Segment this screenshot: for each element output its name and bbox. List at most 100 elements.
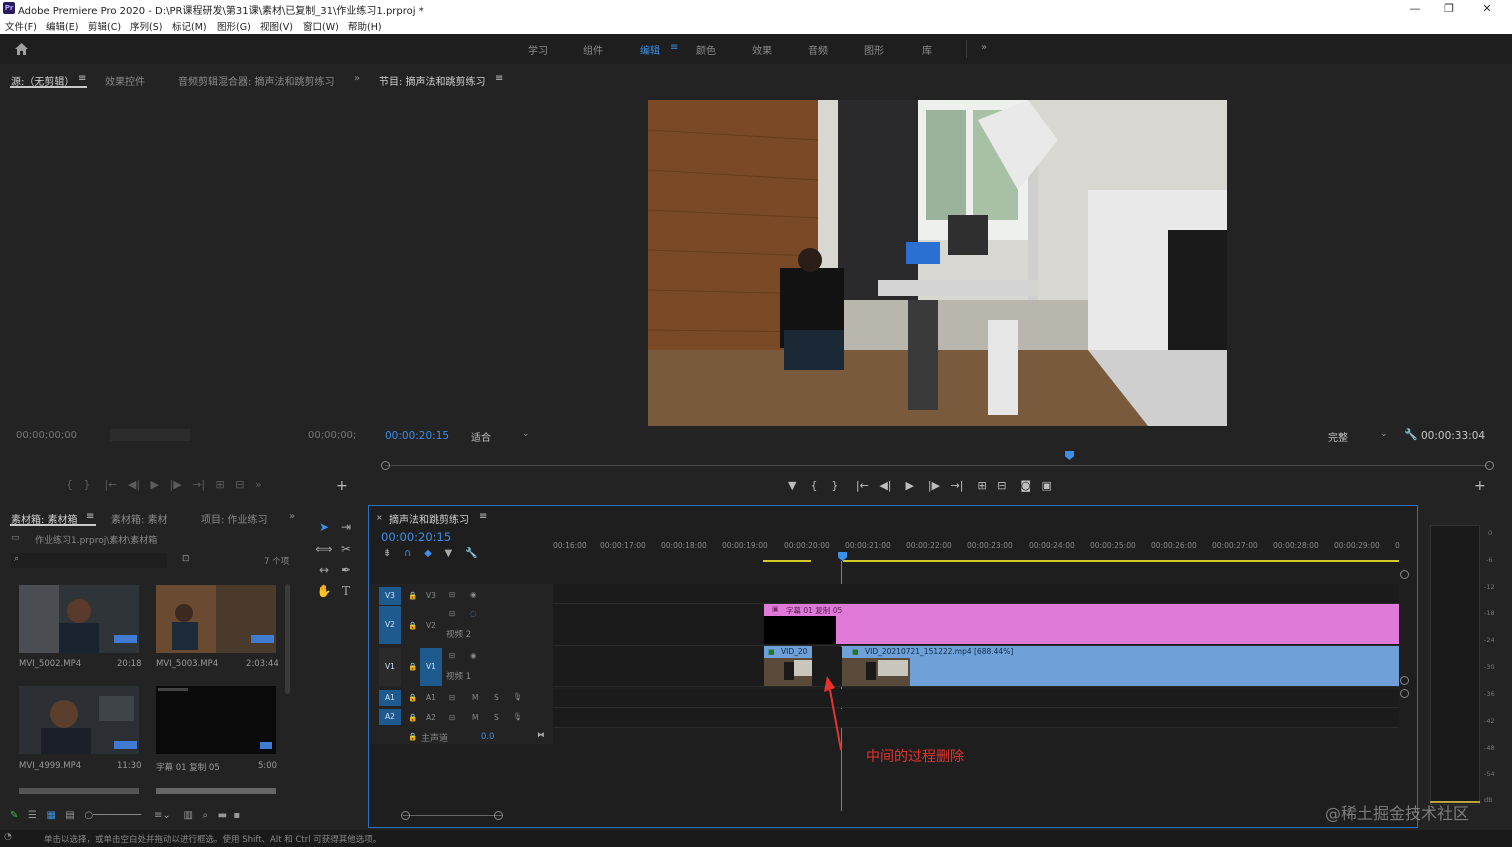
hscroll-left-handle[interactable]	[401, 811, 410, 820]
program-scrub-track[interactable]	[385, 465, 1489, 466]
program-quality-dropdown[interactable]: 完整	[1328, 429, 1348, 444]
workspace-libraries[interactable]: 库	[922, 42, 932, 57]
program-playhead-icon[interactable]	[1065, 451, 1074, 460]
eye-icon[interactable]: ◉	[470, 590, 477, 599]
video-clip-right[interactable]: ■ VID_20210721_151222.mp4 [688.44%]	[842, 646, 1399, 686]
track-target-v3[interactable]: V3	[379, 587, 401, 605]
thumbnail-title-clip[interactable]	[156, 686, 276, 754]
menu-clip[interactable]: 剪辑(C)	[88, 19, 121, 33]
workspace-editing[interactable]: 编辑	[640, 42, 660, 57]
source-zoom-dropdown[interactable]	[110, 429, 190, 441]
sync-lock-icon[interactable]: ⊟	[449, 693, 455, 702]
source-transport-controls[interactable]: { } |← ◀| ▶ |▶ →| ⊞ ⊟ »	[66, 478, 262, 491]
master-volume[interactable]: 0.0	[481, 732, 495, 742]
menu-edit[interactable]: 编辑(E)	[46, 19, 78, 33]
workspace-menu-icon[interactable]: ≡	[670, 42, 678, 53]
project-search-input[interactable]	[11, 553, 167, 568]
menu-marker[interactable]: 标记(M)	[172, 19, 207, 33]
workspace-color[interactable]: 颜色	[696, 42, 716, 57]
video-clip-left[interactable]: ■ VID_20	[764, 646, 812, 686]
tab-source-menu-icon[interactable]: ≡	[78, 73, 86, 84]
program-title[interactable]: 节目: 摘声法和跳剪练习	[379, 73, 486, 88]
menu-help[interactable]: 帮助(H)	[348, 19, 382, 33]
lock-icon[interactable]: 🔒	[408, 591, 417, 600]
timeline-menu-icon[interactable]: ≡	[479, 511, 487, 522]
track-target-v2[interactable]: V2	[379, 606, 401, 644]
workspace-effects[interactable]: 效果	[752, 42, 772, 57]
v-zoom-handle[interactable]	[1400, 676, 1409, 685]
panel-overflow-icon[interactable]: »	[354, 73, 360, 84]
sync-lock-icon[interactable]: ⊟	[449, 609, 455, 618]
menu-sequence[interactable]: 序列(S)	[130, 19, 162, 33]
ripple-edit-tool-icon[interactable]: ⟺	[315, 540, 333, 558]
thumbnail-mvi5002[interactable]	[19, 585, 139, 653]
lock-icon[interactable]: 🔒	[408, 621, 417, 630]
title-clip-body[interactable]	[836, 616, 1399, 644]
program-menu-icon[interactable]: ≡	[495, 73, 503, 84]
track-target-a1[interactable]: A1	[379, 690, 401, 706]
program-add-button-icon[interactable]: +	[1474, 478, 1486, 494]
project-bottom-toolbar[interactable]: ✎ ☰ ▦ ▤ ○──────── ≡⌄ ▥ ⌕ ▬ ▪	[10, 810, 240, 821]
timeline-hscroll[interactable]	[403, 815, 503, 816]
program-transport-controls[interactable]: ▼ { } |← ◀| ▶ |▶ →| ⊞ ⊟ ◙ ▣	[788, 479, 1052, 492]
mute-button-a1[interactable]: M	[472, 693, 478, 702]
thumbnail-mvi4999[interactable]	[19, 686, 139, 754]
program-fit-dropdown[interactable]: 适合	[471, 429, 491, 444]
wrench-icon[interactable]: 🔧	[1404, 428, 1418, 441]
thumbnail-mvi5003[interactable]	[156, 585, 276, 653]
eye-icon[interactable]: ◉	[470, 651, 477, 660]
track-source-v1[interactable]: V1	[379, 648, 401, 686]
tab-audio-clip-mixer[interactable]: 音频剪辑混合器: 摘声法和跳剪练习	[178, 73, 335, 88]
track-target-v1[interactable]: V1	[420, 648, 442, 686]
master-nav-icon[interactable]: ⧓	[537, 730, 545, 739]
sync-lock-icon[interactable]: ⊟	[449, 713, 455, 722]
close-icon[interactable]: ✕	[1470, 0, 1504, 17]
project-overflow-icon[interactable]: »	[289, 511, 295, 522]
menu-window[interactable]: 窗口(W)	[303, 19, 339, 33]
timeline-vscroll-handle[interactable]	[1400, 570, 1409, 579]
workspace-graphics[interactable]: 图形	[864, 42, 884, 57]
razor-tool-icon[interactable]: ✂	[337, 540, 355, 558]
timeline-timecode[interactable]: 00:00:20:15	[381, 530, 451, 544]
restore-icon[interactable]: ❐	[1432, 0, 1466, 17]
home-icon[interactable]	[14, 42, 29, 56]
microphone-icon[interactable]: 🎙	[513, 712, 523, 721]
timeline-toolbar[interactable]: ⇟ ∩ ◆ ▼ 🔧	[383, 548, 477, 559]
program-timecode[interactable]: 00:00:20:15	[385, 430, 449, 442]
workspace-more-icon[interactable]: »	[981, 42, 987, 53]
menu-file[interactable]: 文件(F)	[5, 19, 37, 33]
lock-icon[interactable]: 🔒	[408, 713, 417, 722]
timeline-ruler[interactable]: 00:16:00 00:00:17:00 00:00:18:00 00:00:1…	[553, 534, 1400, 564]
slip-tool-icon[interactable]: ↔	[315, 561, 333, 579]
workspace-learn[interactable]: 学习	[528, 42, 548, 57]
lock-icon[interactable]: 🔒	[408, 662, 417, 671]
tab-effect-controls[interactable]: 效果控件	[105, 73, 145, 88]
solo-button-a2[interactable]: S	[494, 713, 499, 722]
timeline-close-icon[interactable]: ×	[376, 513, 383, 522]
eye-hidden-icon[interactable]: ◌	[470, 609, 477, 618]
track-select-tool-icon[interactable]: ⇥	[337, 518, 355, 536]
title-clip-black-segment[interactable]	[764, 616, 836, 644]
hand-tool-icon[interactable]: ✋	[315, 582, 333, 600]
type-tool-icon[interactable]: T	[337, 582, 355, 600]
workspace-assembly[interactable]: 组件	[583, 42, 603, 57]
new-bin-icon[interactable]: ⊡	[182, 554, 190, 564]
tab-bin-footage[interactable]: 素材箱: 素材	[111, 511, 168, 526]
sync-lock-icon[interactable]: ⊟	[449, 651, 455, 660]
mute-button-a2[interactable]: M	[472, 713, 478, 722]
tab-project[interactable]: 项目: 作业练习	[201, 511, 268, 526]
lock-icon[interactable]: 🔒	[408, 732, 417, 741]
workspace-audio[interactable]: 音频	[808, 42, 828, 57]
source-add-button-icon[interactable]: +	[336, 478, 348, 494]
a-zoom-handle[interactable]	[1400, 689, 1409, 698]
minimize-icon[interactable]: —	[1398, 0, 1432, 17]
hscroll-right-handle[interactable]	[494, 811, 503, 820]
lock-icon[interactable]: 🔒	[408, 693, 417, 702]
track-target-a2[interactable]: A2	[379, 709, 401, 725]
title-clip-header[interactable]: ▣ 字幕 01 复制 05	[764, 604, 1399, 616]
scrub-end-handle[interactable]	[1485, 461, 1494, 470]
timeline-tab[interactable]: 摘声法和跳剪练习	[389, 511, 469, 526]
solo-button-a1[interactable]: S	[494, 693, 499, 702]
project-scrollbar[interactable]	[285, 584, 290, 694]
selection-tool-icon[interactable]: ➤	[315, 518, 333, 536]
